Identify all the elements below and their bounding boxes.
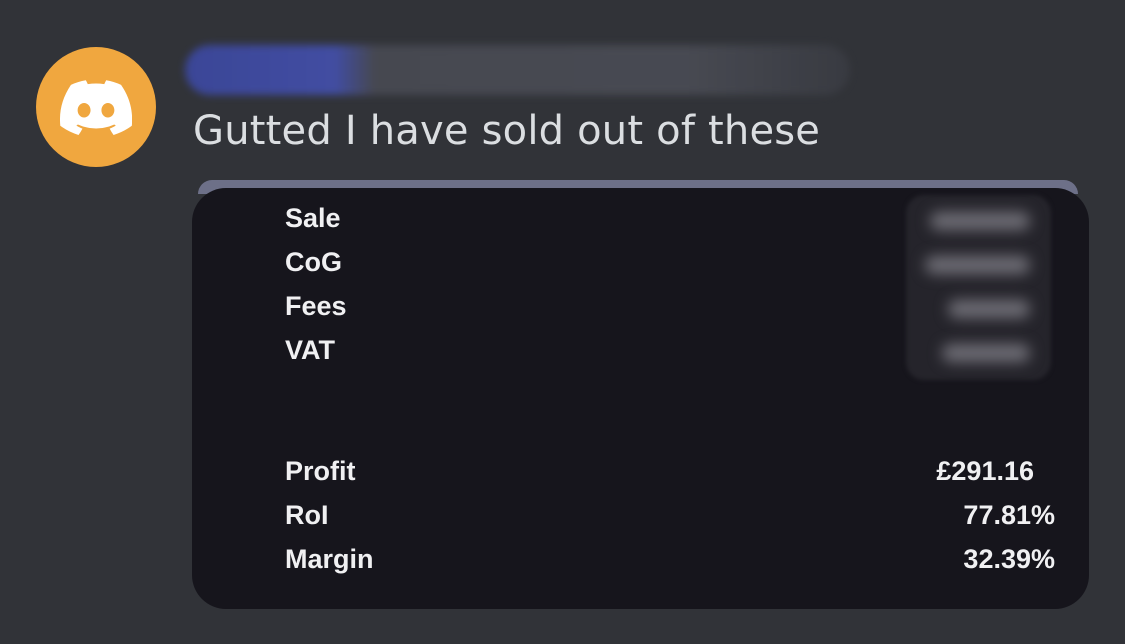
summary-value-profit: £291.16 [936,456,1034,486]
redacted-author-header [185,45,850,95]
summary-label-roi: RoI [285,500,329,530]
row-label-vat: VAT [285,335,335,365]
message-text: Gutted I have sold out of these [193,108,821,154]
summary-value-roi: 77.81% [963,500,1055,530]
redacted-value-cog [925,256,1030,274]
redacted-value-sale [930,212,1030,230]
redacted-value-fees [948,300,1030,318]
row-label-fees: Fees [285,291,347,321]
row-label-sale: Sale [285,203,341,233]
redacted-value-vat [942,344,1030,362]
summary-label-profit: Profit [285,456,356,486]
author-avatar[interactable] [36,47,156,167]
discord-logo-icon [60,79,132,135]
row-label-cog: CoG [285,247,342,277]
summary-value-margin: 32.39% [963,544,1055,574]
summary-label-margin: Margin [285,544,374,574]
